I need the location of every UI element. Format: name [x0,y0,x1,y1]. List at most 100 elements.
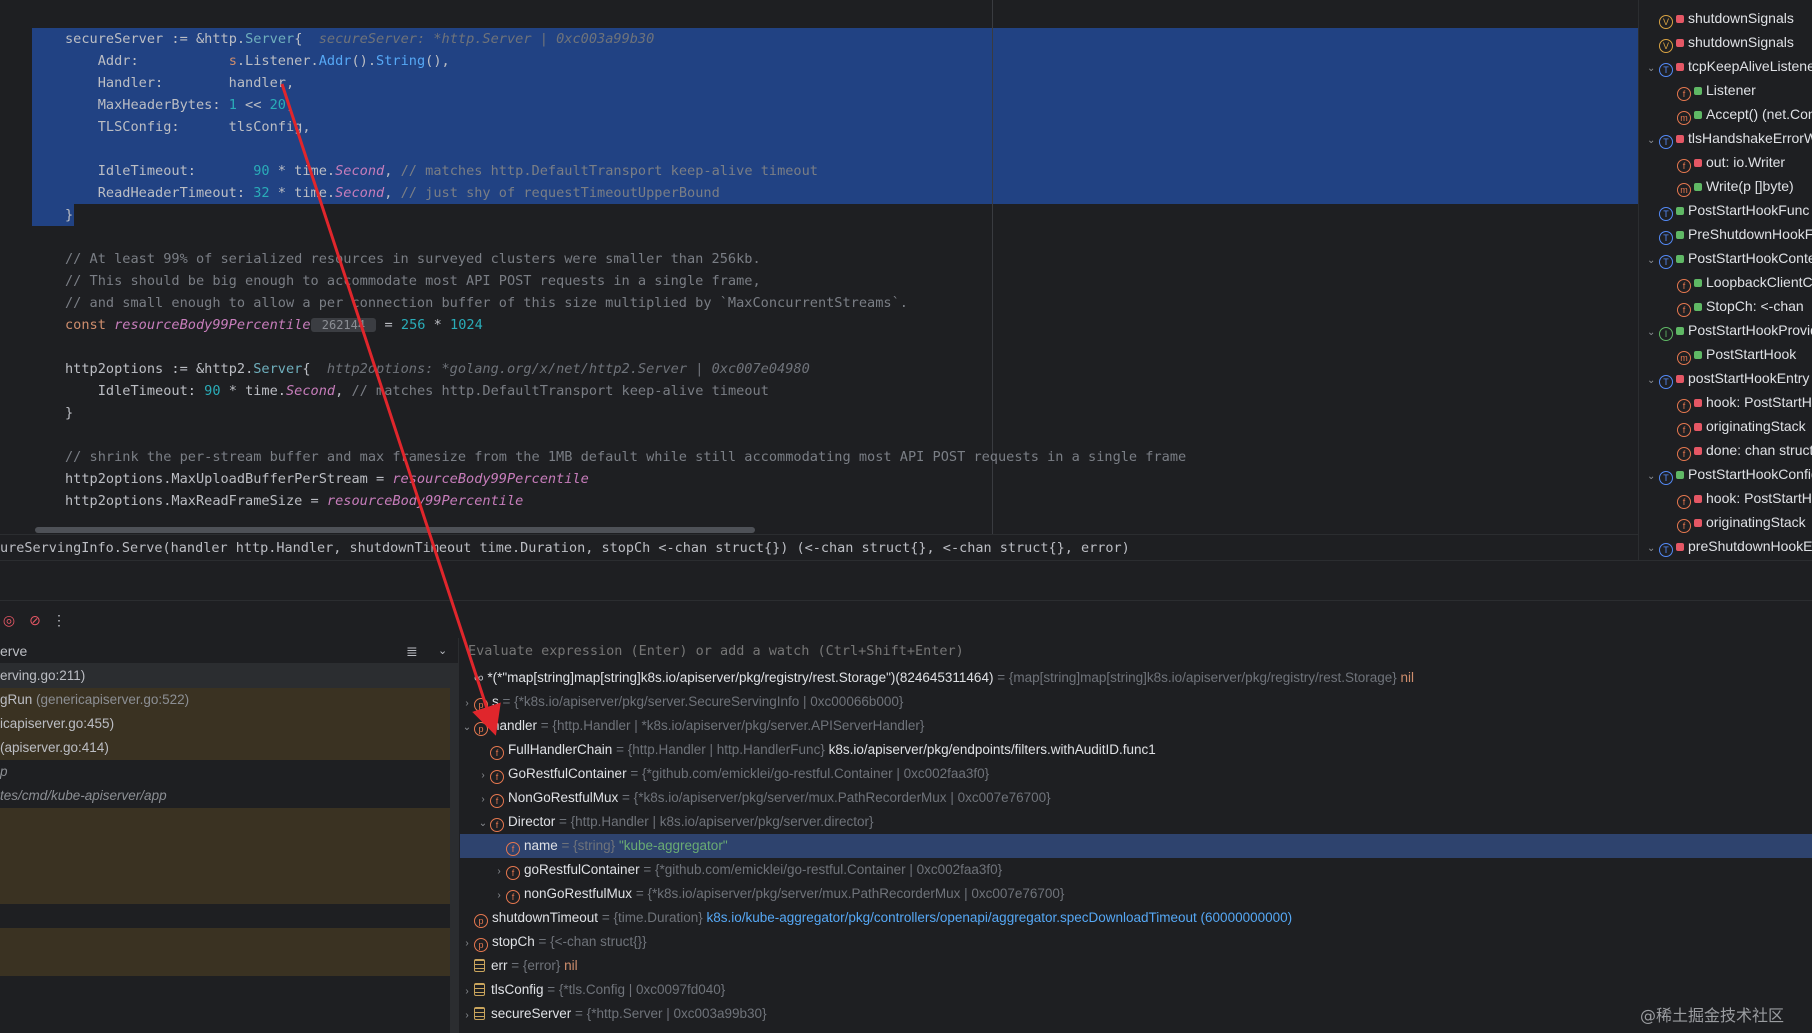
variable-row[interactable]: ⌄ f Director = {http.Handler | k8s.io/apis… [460,810,1812,834]
variable-row[interactable]: › f goRestfulContainer = {*github.com/emic… [460,858,1812,882]
frame-item[interactable] [0,952,450,976]
frame-item[interactable]: gRun (genericapiserver.go:522) [0,688,450,712]
expand-chevron-icon[interactable]: › [476,764,490,786]
frame-item[interactable] [0,856,450,880]
code-editor[interactable]: secureServer := &http.Server{ secureServ… [0,0,1638,534]
filter-frames-icon[interactable]: ≣ [406,638,418,664]
structure-item[interactable]: VshutdownSignals [1639,30,1794,54]
variable-row[interactable]: › tlsConfig = {*tls.Config | 0xc0097fd040… [460,978,1812,1002]
structure-item[interactable]: f LoopbackClientConfig [1639,270,1812,294]
code-line[interactable]: Handler: handler, [65,72,294,94]
structure-item[interactable]: ⌄ TtcpKeepAliveListener [1639,54,1812,78]
frame-item[interactable]: (apiserver.go:414) [0,736,450,760]
structure-item[interactable]: ⌄TPostStartHookConfigEntry [1639,462,1812,486]
more-options-icon[interactable]: ⋮ [50,611,68,629]
expand-chevron-icon[interactable]: ⌄ [460,716,474,738]
structure-item[interactable]: ⌄TtlsHandshakeErrorWriter [1639,126,1812,150]
structure-item[interactable]: VshutdownSignals [1639,6,1794,30]
structure-item[interactable]: f done: chan struct [1639,438,1812,462]
structure-item[interactable]: ⌄IPostStartHookProvider [1639,318,1812,342]
structure-pane[interactable]: VshutdownSignals VshutdownSignals ⌄ TtcpKee… [1638,0,1812,560]
horizontal-scrollbar[interactable] [35,527,755,533]
code-line[interactable]: MaxHeaderBytes: 1 << 20, [65,94,294,116]
variable-row[interactable]: › f NonGoRestfulMux = {*k8s.io/apiserver/p… [460,786,1812,810]
code-line[interactable]: http2options := &http2.Server{ http2opti… [65,358,810,380]
frame-item[interactable] [0,832,450,856]
variable-row[interactable]: p shutdownTimeout = {time.Duration} k8s.i… [460,906,1812,930]
structure-item[interactable]: f out: io.Writer [1639,150,1785,174]
thread-selector[interactable]: erve ≣ ⌄ [0,638,458,664]
function-breadcrumb[interactable]: ureServingInfo.Serve(handler http.Handle… [0,534,1638,560]
structure-item[interactable]: T PostStartHookFunc [1639,198,1809,222]
structure-item-label: done: chan struct [1706,442,1812,458]
expand-chevron-icon[interactable]: › [492,860,506,882]
expand-chevron-icon[interactable]: › [460,692,474,714]
code-line[interactable]: http2options.MaxUploadBufferPerStream = … [65,468,589,490]
chevron-down-icon[interactable]: ⌄ [438,638,447,664]
variable-row[interactable]: › secureServer = {*http.Server | 0xc003a9… [460,1002,1812,1026]
expand-chevron-icon[interactable]: › [460,980,474,1002]
structure-item[interactable]: f StopCh: <-chan [1639,294,1804,318]
code-line[interactable]: TLSConfig: tlsConfig, [65,116,311,138]
variable-row[interactable]: f FullHandlerChain = {http.Handler | http… [460,738,1812,762]
expand-chevron-icon[interactable]: › [492,884,506,906]
expand-chevron-icon[interactable]: › [476,788,490,810]
code-line[interactable]: } [65,204,73,226]
code-line[interactable]: // At least 99% of serialized resources … [65,248,761,270]
code-line[interactable]: // and small enough to allow a per conne… [65,292,908,314]
frame-item[interactable]: p [0,760,450,784]
structure-item[interactable]: ⌄TpreShutdownHookEntry [1639,534,1812,558]
variable-row[interactable]: ⌄ p handler = {http.Handler | *k8s.io/apis… [460,714,1812,738]
structure-item[interactable]: m PostStartHook [1639,342,1796,366]
code-line[interactable]: // This should be big enough to accommod… [65,270,761,292]
structure-item[interactable]: f originatingStack [1639,510,1806,534]
expand-chevron-icon[interactable]: › [460,1004,474,1026]
frame-item[interactable] [0,808,450,832]
code-line[interactable]: IdleTimeout: 90 * time.Second, // matche… [65,160,818,182]
code-token: http2 [204,361,246,377]
structure-item[interactable]: ⌄ TpostStartHookEntry [1639,366,1809,390]
mute-breakpoints-icon[interactable]: ⊘ [26,611,44,629]
expand-chevron-icon[interactable]: › [460,932,474,954]
variable-row[interactable]: › p s = {*k8s.io/apiserver/pkg/server.Secu… [460,690,1812,714]
code-line[interactable]: secureServer := &http.Server{ secureServ… [65,28,654,50]
frame-item[interactable]: erving.go:211) [0,664,450,688]
chevron-down-icon[interactable]: ⌄ [1647,537,1659,560]
structure-item[interactable]: f hook: PostStartHook [1639,486,1812,510]
structure-item[interactable]: m Write(p []byte) [1639,174,1794,198]
evaluate-expression-input[interactable] [460,638,1812,664]
structure-item[interactable]: m Accept() (net.Conn [1639,102,1812,126]
variable-row[interactable]: err = {error} nil [460,954,1812,978]
code-line[interactable]: const resourceBody99Percentile 262144 = … [65,314,483,336]
frames-scrollbar[interactable] [450,664,458,1033]
variable-row[interactable]: › f GoRestfulContainer = {*github.com/emic… [460,762,1812,786]
view-breakpoints-icon[interactable]: ◎ [0,611,18,629]
frame-item[interactable] [0,928,450,952]
frame-item[interactable]: tes/cmd/kube-apiserver/app [0,784,450,808]
frame-item[interactable] [0,976,450,1000]
symbol-kind-icon: V [1659,15,1673,29]
variables-panel[interactable]: ∞ *(*"map[string]map[string]k8s.io/apise… [460,638,1812,1033]
structure-item[interactable]: ⌄TPostStartHookContext [1639,246,1812,270]
frame-item[interactable] [0,880,450,904]
structure-item[interactable]: f Listener [1639,78,1756,102]
frames-panel[interactable]: erve ≣ ⌄ erving.go:211) gRun (genericapis… [0,638,459,1033]
code-line[interactable]: Addr: s.Listener.Addr().String(), [65,50,450,72]
structure-item[interactable]: T PreShutdownHookFunc [1639,222,1812,246]
expand-chevron-icon[interactable]: ⌄ [476,812,490,834]
variable-row[interactable]: › p stopCh = {<-chan struct{}} [460,930,1812,954]
structure-item[interactable]: f hook: PostStartHookFunc [1639,390,1812,414]
code-line[interactable]: ReadHeaderTimeout: 32 * time.Second, // … [65,182,720,204]
variable-row[interactable]: › f nonGoRestfulMux = {*k8s.io/apiserver/p… [460,882,1812,906]
code-line[interactable]: } [65,402,73,424]
editor-gutter[interactable] [0,0,32,534]
code-line[interactable]: // shrink the per-stream buffer and max … [65,446,1186,468]
variable-row[interactable]: ∞ *(*"map[string]map[string]k8s.io/apise… [460,666,1812,690]
structure-item[interactable]: f originatingStack [1639,414,1806,438]
frame-item[interactable] [0,904,450,928]
frame-item[interactable] [0,1000,450,1024]
variable-row[interactable]: f name = {string} "kube-aggregator" [460,834,1812,858]
code-line[interactable]: http2options.MaxReadFrameSize = resource… [65,490,523,512]
code-line[interactable]: IdleTimeout: 90 * time.Second, // matche… [65,380,769,402]
frame-item[interactable]: icapiserver.go:455) [0,712,450,736]
